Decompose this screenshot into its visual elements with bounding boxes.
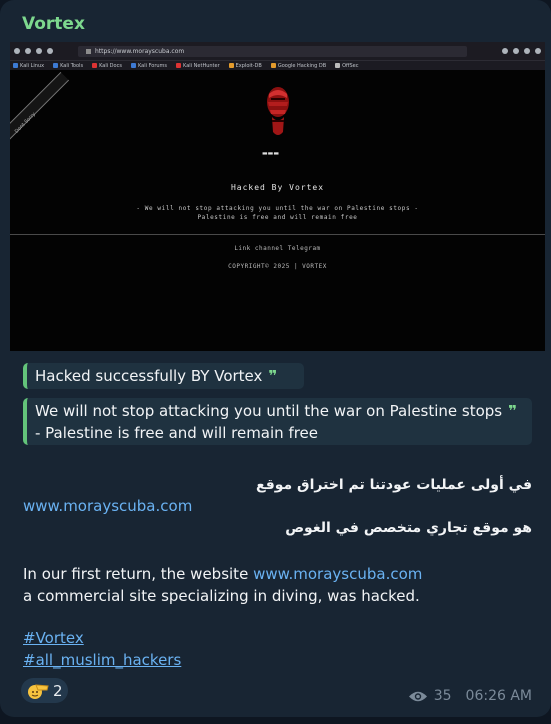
bookmarks-bar: Kali Linux Kali Tools Kali Docs Kali For… [10, 60, 545, 70]
kali-icon [176, 63, 182, 68]
ghdb-icon [270, 63, 276, 68]
hashtag-link[interactable]: #all_muslim_hackers [23, 649, 181, 671]
website-link[interactable]: www.morayscuba.com [253, 565, 422, 583]
kali-icon [130, 63, 136, 68]
website-link[interactable]: www.morayscuba.com [23, 497, 192, 515]
screenshot-image[interactable]: https://www.morayscuba.com Kali Linux Ka… [10, 42, 545, 351]
eye-icon [408, 691, 427, 701]
home-icon [47, 48, 53, 54]
browser-toolbar: https://www.morayscuba.com [10, 42, 545, 60]
bookmark-item: Kali Docs [92, 63, 122, 69]
kali-icon [13, 63, 18, 68]
bookmark-item: Kali Linux [13, 63, 44, 69]
reaction-count: 2 [53, 681, 63, 700]
account-icon [524, 48, 530, 54]
defacement-title: Hacked By Vortex [230, 183, 325, 192]
extension-icon [513, 48, 519, 54]
kali-icon [53, 63, 59, 68]
message-meta: 35 06:26 AM [408, 688, 532, 704]
view-count: 35 [433, 688, 452, 704]
quote-text: - Palestine is free and will remain free [35, 424, 319, 442]
divider [10, 234, 545, 235]
lock-icon [86, 48, 91, 54]
defaced-page: Dont Sorry ▬▬▬ Hacked By Vortex - We wil… [10, 70, 545, 351]
shield-icon [502, 48, 508, 54]
arabic-text: هو موقع تجاري متخصص في الغوص [285, 520, 532, 536]
url-text: https://www.morayscuba.com [95, 47, 185, 55]
menu-icon [535, 48, 541, 54]
kali-icon [92, 63, 98, 68]
hashtags: #Vortex #all_muslim_hackers [23, 627, 181, 671]
offsec-icon [335, 63, 341, 68]
reload-icon [36, 48, 42, 54]
quote-block: Hacked successfully BY Vortex ❞ [23, 363, 304, 389]
bookmark-item: Google Hacking DB [270, 63, 326, 69]
english-text: In our first return, the website www.mor… [23, 565, 423, 605]
hashtag-link[interactable]: #Vortex [23, 627, 181, 649]
exploit-icon [228, 63, 234, 68]
timestamp: 06:26 AM [465, 688, 532, 704]
bookmark-item: Kali NetHunter [176, 63, 220, 69]
bookmark-item: Kali Forums [130, 63, 167, 69]
quote-text: Hacked successfully BY Vortex [35, 367, 263, 385]
message-bubble: Vortex https://www.morayscuba.com Kali L… [0, 0, 551, 717]
copyright-text: COPYRIGHT© 2025 | VORTEX [228, 263, 327, 270]
quote-block: We will not stop attacking you until the… [23, 398, 532, 445]
telegram-link-text: Link channel Telegram [234, 245, 321, 252]
bookmark-item: Kali Tools [53, 63, 83, 69]
quote-icon: ❞ [268, 367, 278, 385]
back-icon [14, 48, 20, 54]
flag-emblem: ▬▬▬ [262, 150, 280, 157]
salute-emoji-icon [28, 683, 49, 699]
reaction-chip[interactable]: 2 [21, 678, 68, 703]
quote-icon: ❞ [508, 402, 517, 420]
sender-name[interactable]: Vortex [22, 14, 85, 34]
masked-figure-logo [267, 87, 289, 135]
defacement-message: - We will not stop attacking you until t… [136, 205, 419, 221]
bookmark-item: Exploit-DB [228, 63, 262, 69]
forward-icon [25, 48, 31, 54]
quote-text: We will not stop attacking you until the… [35, 402, 503, 420]
arabic-text: في أولى عمليات عودتنا تم اختراق موقع [256, 477, 532, 493]
bookmark-item: OffSec [335, 63, 359, 69]
url-bar: https://www.morayscuba.com [78, 45, 467, 57]
